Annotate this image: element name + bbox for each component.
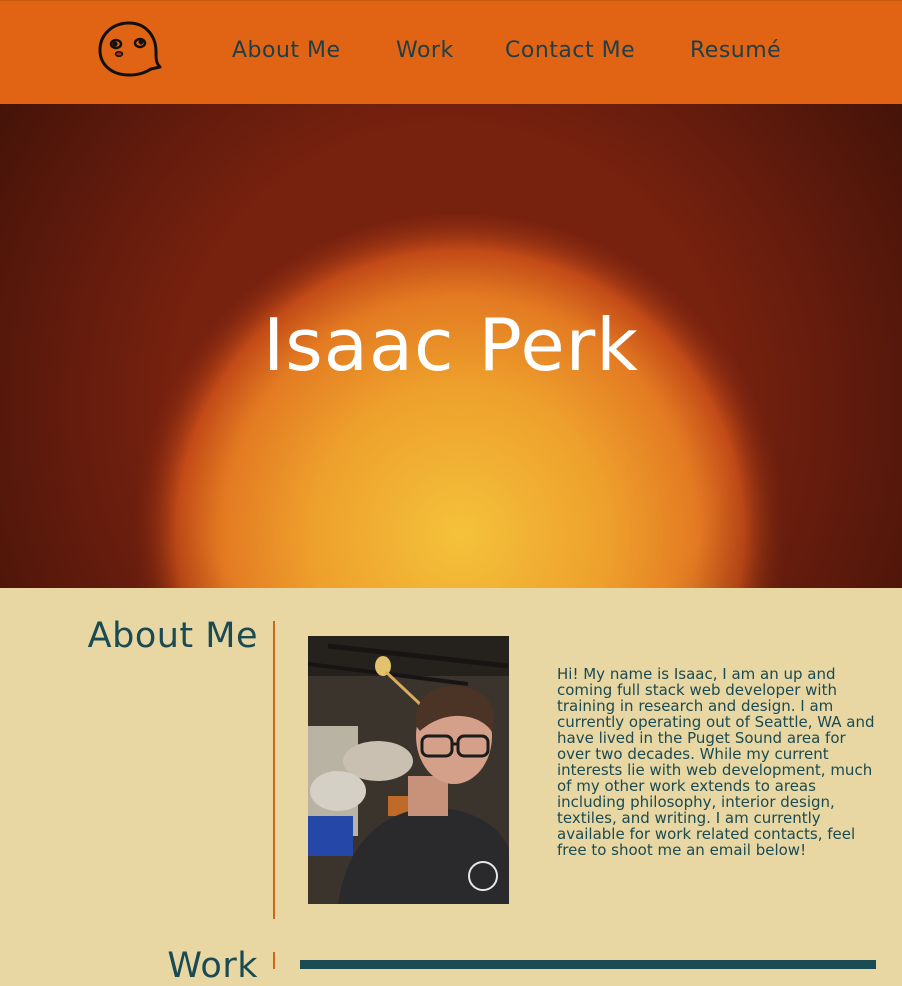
nav-link-contact-me[interactable]: Contact Me: [505, 38, 635, 63]
nav-link-about-me[interactable]: About Me: [232, 38, 341, 63]
site-header: About Me Work Contact Me Resumé: [0, 0, 902, 104]
about-heading: About Me: [87, 616, 258, 656]
hero-title: Isaac Perk: [263, 303, 639, 387]
nav-link-work[interactable]: Work: [396, 38, 454, 63]
about-paragraph: Hi! My name is Isaac, I am an up and com…: [557, 665, 875, 859]
nav-link-resume[interactable]: Resumé: [690, 38, 781, 63]
work-content-panel: [300, 960, 876, 969]
profile-photo: [308, 636, 509, 904]
section-divider: [273, 952, 275, 969]
hero-banner: Isaac Perk: [0, 104, 902, 588]
section-divider: [273, 621, 275, 919]
work-heading: Work: [167, 946, 258, 986]
ghost-logo-icon[interactable]: [96, 19, 162, 79]
